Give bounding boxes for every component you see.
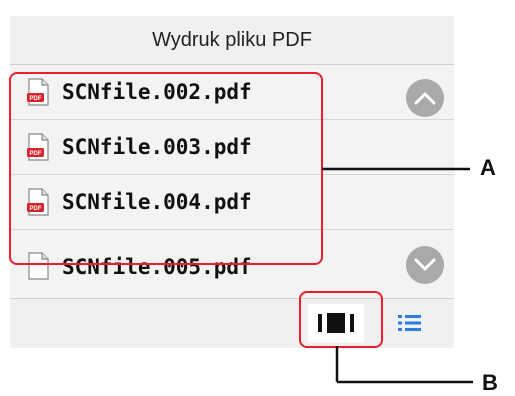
callout-a-label: A <box>480 155 496 180</box>
callout-b-label: B <box>482 370 498 395</box>
list-view-icon <box>398 315 421 331</box>
chevron-down-icon <box>414 258 436 271</box>
callout-b-box <box>299 291 383 348</box>
callout-b-line <box>335 346 473 384</box>
view-toolbar <box>10 298 454 348</box>
scroll-up-button[interactable] <box>406 79 444 117</box>
chevron-up-icon <box>414 92 436 105</box>
page-title: Wydruk pliku PDF <box>10 16 454 65</box>
scroll-down-button[interactable] <box>406 246 444 284</box>
callout-a-box <box>9 72 323 265</box>
callout-a-line <box>322 167 470 171</box>
list-view-button[interactable] <box>382 304 438 342</box>
